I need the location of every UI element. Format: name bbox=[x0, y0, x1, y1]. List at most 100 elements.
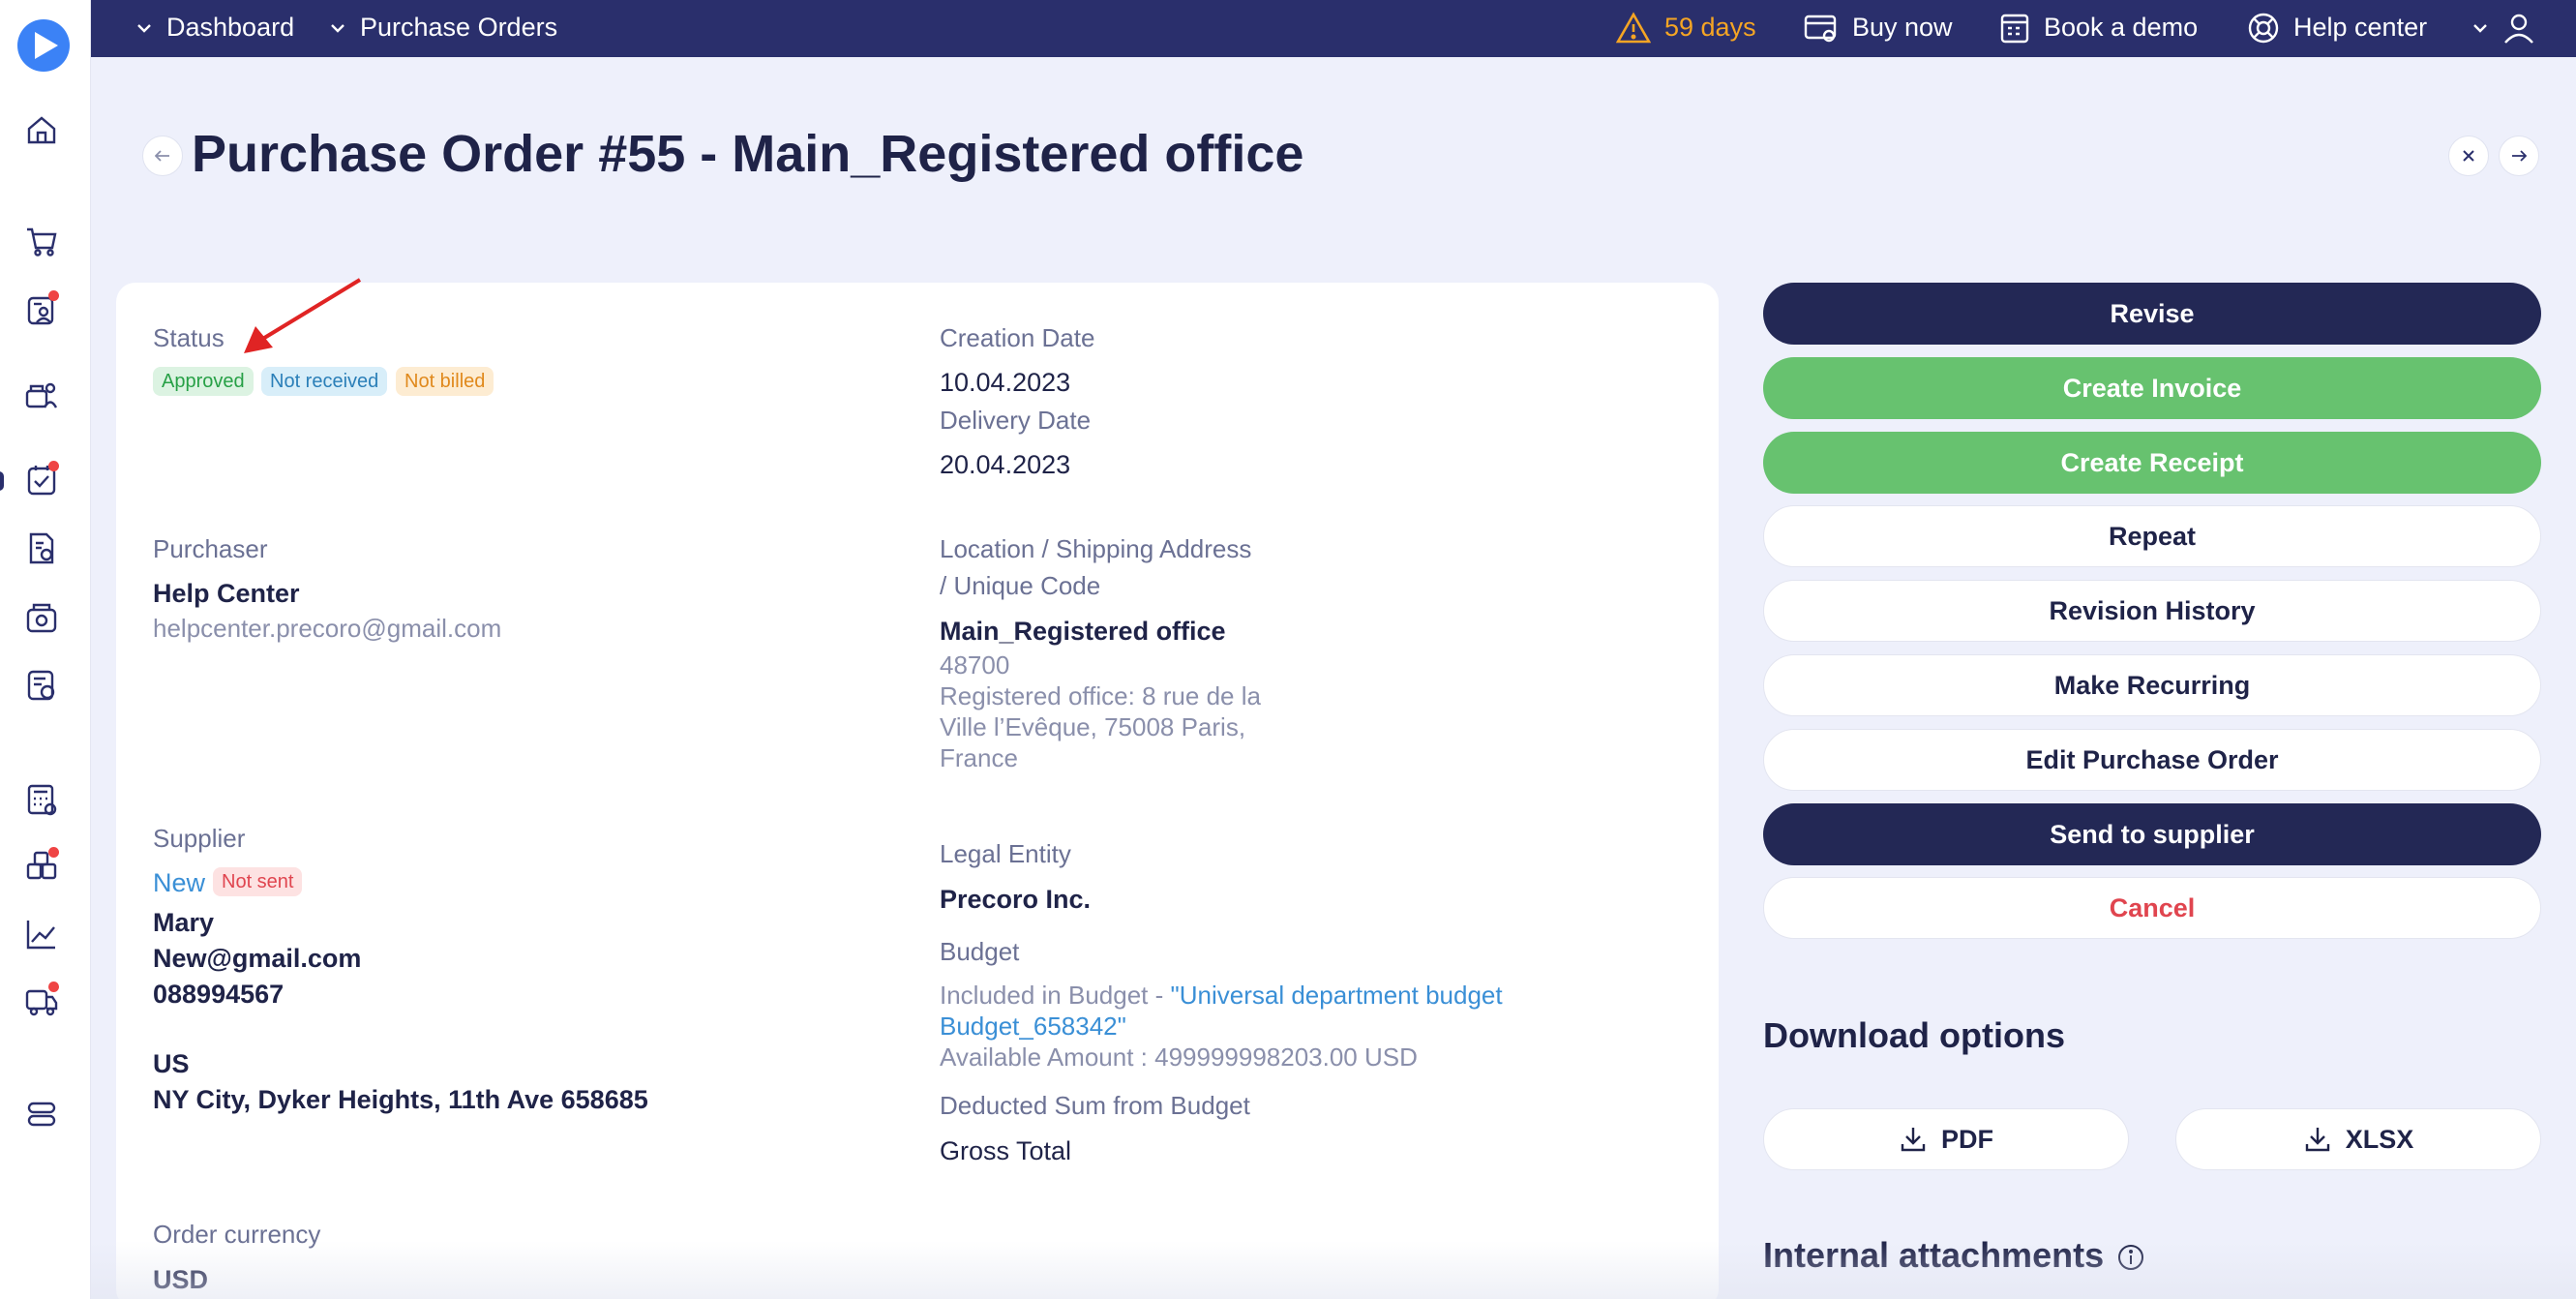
currency-label: Order currency bbox=[153, 1220, 321, 1249]
delivery-date-label: Delivery Date bbox=[940, 406, 1092, 435]
book-demo-link[interactable]: Book a demo bbox=[1999, 0, 2198, 55]
warning-icon bbox=[1616, 11, 1651, 43]
order-details-card bbox=[116, 283, 1719, 1299]
internal-attachments-label: Internal attachments bbox=[1763, 1235, 2105, 1275]
create-receipt-button[interactable]: Create Receipt bbox=[1763, 432, 2541, 494]
location-name: Main_Registered office bbox=[940, 617, 1226, 646]
calendar-icon bbox=[2000, 14, 2029, 43]
budget-included-prefix: Included in Budget - bbox=[940, 981, 1171, 1010]
supplier-email: New@gmail.com bbox=[153, 944, 362, 973]
user-icon bbox=[2504, 14, 2533, 44]
buy-now-link[interactable]: Buy now bbox=[1804, 0, 1953, 55]
arrow-right-icon bbox=[2512, 150, 2527, 162]
creation-date-label: Creation Date bbox=[940, 323, 1095, 352]
breadcrumb-label: Purchase Orders bbox=[360, 13, 558, 42]
breadcrumb-label: Dashboard bbox=[166, 13, 295, 42]
info-icon[interactable] bbox=[2117, 1244, 2144, 1271]
chevron-down-icon bbox=[331, 23, 344, 33]
delivery-icon[interactable] bbox=[22, 982, 61, 1020]
buy-now-label: Buy now bbox=[1852, 13, 1953, 42]
location-address-line: Ville l’Evêque, 75008 Paris, bbox=[940, 712, 1246, 741]
cart-icon[interactable] bbox=[22, 222, 61, 260]
location-label-cont: / Unique Code bbox=[940, 571, 1101, 600]
page-title: Purchase Order #55 - Main_Registered off… bbox=[192, 125, 1304, 183]
notification-dot bbox=[48, 982, 59, 992]
budget-link[interactable]: "Universal department budget bbox=[1171, 981, 1503, 1010]
topbar: Dashboard Purchase Orders 59 days Buy no… bbox=[91, 0, 2576, 57]
approvals-icon[interactable] bbox=[22, 461, 61, 499]
download-icon bbox=[1901, 1128, 1926, 1152]
cancel-button[interactable]: Cancel bbox=[1763, 877, 2541, 939]
download-icon bbox=[2305, 1128, 2329, 1152]
notification-dot bbox=[48, 290, 59, 301]
help-center-link[interactable]: Help center bbox=[2247, 0, 2427, 55]
chevron-down-icon bbox=[137, 23, 151, 33]
suppliers-icon[interactable] bbox=[22, 376, 61, 414]
budget-available: Available Amount : 499999998203.00 USD bbox=[940, 1042, 1418, 1072]
supplier-country: US bbox=[153, 1049, 190, 1078]
status-badge-not-billed: Not billed bbox=[396, 367, 494, 396]
calculator-icon[interactable] bbox=[22, 780, 61, 819]
user-menu[interactable] bbox=[2471, 0, 2549, 55]
location-address-line: Registered office: 8 rue de la bbox=[940, 681, 1261, 710]
budget-included: Included in Budget - "Universal departme… bbox=[940, 981, 1503, 1011]
send-to-supplier-button[interactable]: Send to supplier bbox=[1763, 803, 2541, 865]
arrow-left-icon bbox=[155, 150, 169, 162]
inventory-icon[interactable] bbox=[22, 847, 61, 886]
breadcrumb-purchase-orders[interactable]: Purchase Orders bbox=[329, 0, 557, 55]
download-xlsx-button[interactable]: XLSX bbox=[2175, 1108, 2541, 1170]
supplier-badge-not-sent: Not sent bbox=[213, 867, 303, 896]
supplier-name-link[interactable]: New bbox=[153, 868, 205, 898]
download-pdf-label: PDF bbox=[1941, 1124, 1993, 1154]
budget-link-cont[interactable]: Budget_658342" bbox=[940, 1012, 1126, 1042]
notification-dot bbox=[48, 847, 59, 858]
requests-icon[interactable] bbox=[22, 290, 61, 329]
budget-label: Budget bbox=[940, 937, 1020, 966]
lifebuoy-icon bbox=[2248, 13, 2279, 43]
status-badge-approved: Approved bbox=[153, 367, 254, 396]
trial-days: 59 days bbox=[1664, 13, 1756, 42]
trial-indicator[interactable]: 59 days bbox=[1616, 0, 1756, 55]
breadcrumb-dashboard[interactable]: Dashboard bbox=[135, 0, 294, 55]
invoices-icon[interactable] bbox=[22, 666, 61, 705]
location-address-line: France bbox=[940, 743, 1018, 772]
next-button[interactable] bbox=[2499, 136, 2539, 176]
download-options-heading: Download options bbox=[1763, 1015, 2065, 1055]
back-button[interactable] bbox=[142, 136, 183, 176]
create-invoice-button[interactable]: Create Invoice bbox=[1763, 357, 2541, 419]
supplier-contact: Mary bbox=[153, 908, 215, 937]
annotation-arrow-icon bbox=[244, 278, 362, 353]
supplier-phone: 088994567 bbox=[153, 980, 285, 1009]
precoro-logo[interactable] bbox=[17, 19, 70, 72]
documents-icon[interactable] bbox=[22, 529, 61, 568]
payments-icon[interactable] bbox=[22, 598, 61, 637]
revision-history-button[interactable]: Revision History bbox=[1763, 580, 2541, 642]
edit-purchase-order-button[interactable]: Edit Purchase Order bbox=[1763, 729, 2541, 791]
make-recurring-button[interactable]: Make Recurring bbox=[1763, 654, 2541, 716]
legal-entity-label: Legal Entity bbox=[940, 839, 1071, 868]
deducted-value: Gross Total bbox=[940, 1136, 1072, 1165]
supplier-label: Supplier bbox=[153, 824, 246, 853]
sidebar bbox=[0, 0, 91, 1299]
delivery-date: 20.04.2023 bbox=[940, 450, 1071, 479]
download-pdf-button[interactable]: PDF bbox=[1763, 1108, 2129, 1170]
location-code: 48700 bbox=[940, 650, 1010, 680]
purchaser-label: Purchaser bbox=[153, 534, 268, 563]
chevron-down-icon bbox=[2473, 23, 2487, 33]
internal-attachments-heading: Internal attachments bbox=[1763, 1235, 2144, 1276]
purchaser-email: helpcenter.precoro@gmail.com bbox=[153, 614, 502, 643]
notification-dot bbox=[48, 461, 59, 471]
settings-icon[interactable] bbox=[22, 1095, 61, 1133]
help-center-label: Help center bbox=[2293, 13, 2428, 42]
repeat-button[interactable]: Repeat bbox=[1763, 505, 2541, 567]
close-button[interactable] bbox=[2448, 136, 2489, 176]
home-icon[interactable] bbox=[22, 110, 61, 149]
deducted-label: Deducted Sum from Budget bbox=[940, 1091, 1250, 1120]
card-icon bbox=[1804, 15, 1837, 42]
analytics-icon[interactable] bbox=[22, 915, 61, 953]
revise-button[interactable]: Revise bbox=[1763, 283, 2541, 345]
download-xlsx-label: XLSX bbox=[2345, 1124, 2414, 1154]
close-icon bbox=[2463, 150, 2474, 162]
active-marker bbox=[0, 471, 4, 491]
location-label: Location / Shipping Address bbox=[940, 534, 1252, 563]
